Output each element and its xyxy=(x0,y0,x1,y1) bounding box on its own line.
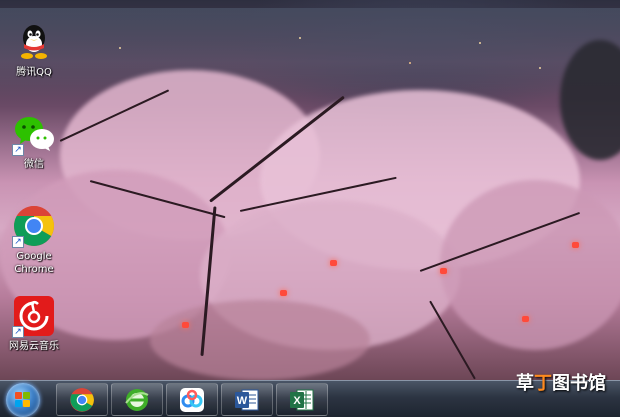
wallpaper-lantern xyxy=(440,268,447,274)
shortcut-arrow-icon: ↗ xyxy=(12,326,24,338)
chrome-icon: ↗ xyxy=(12,204,56,248)
desktop-icon-qq[interactable]: 腾讯QQ xyxy=(2,20,66,79)
desktop-icon-label: Google Chrome xyxy=(14,251,54,275)
wallpaper-lantern xyxy=(572,242,579,248)
desktop-wallpaper xyxy=(0,0,620,380)
desktop-icon-label: 网易云音乐 xyxy=(9,341,59,352)
wallpaper-city-lights xyxy=(0,8,620,98)
watermark: 草丁图书馆 xyxy=(516,369,606,395)
qq-penguin-icon xyxy=(12,20,56,64)
watermark-part: 草 xyxy=(516,373,534,394)
baidu-netdisk-icon xyxy=(179,387,205,413)
desktop-icon-wechat[interactable]: ↗ 微信 xyxy=(2,112,66,171)
taskbar-button-ie[interactable] xyxy=(111,383,163,416)
wallpaper-lantern xyxy=(182,322,189,328)
taskbar-button-word[interactable]: W xyxy=(221,383,273,416)
desktop-icon-chrome[interactable]: ↗ Google Chrome xyxy=(2,204,66,276)
taskbar-button-chrome[interactable] xyxy=(56,383,108,416)
ie-browser-icon xyxy=(124,387,150,413)
start-button[interactable] xyxy=(6,383,40,417)
taskbar-button-baidu-netdisk[interactable] xyxy=(166,383,218,416)
netease-music-icon: ↗ xyxy=(12,294,56,338)
desktop-icon-netease-music[interactable]: ↗ 网易云音乐 xyxy=(2,294,66,353)
shortcut-arrow-icon: ↗ xyxy=(12,236,24,248)
wechat-icon: ↗ xyxy=(12,112,56,156)
word-letter: W xyxy=(237,395,248,407)
chrome-icon xyxy=(69,387,95,413)
desktop-icon-label: 微信 xyxy=(24,159,44,170)
wallpaper-blossom xyxy=(440,180,620,350)
windows-start-icon xyxy=(15,392,31,408)
wallpaper-lantern xyxy=(522,316,529,322)
watermark-part: 图书馆 xyxy=(552,373,606,394)
wallpaper-lantern xyxy=(280,290,287,296)
shortcut-arrow-icon: ↗ xyxy=(12,144,24,156)
excel-icon: X xyxy=(289,387,315,413)
word-icon: W xyxy=(234,387,260,413)
watermark-part: 丁 xyxy=(534,373,552,394)
wallpaper-lantern xyxy=(330,260,337,266)
wallpaper-blossom xyxy=(150,300,370,380)
taskbar-button-excel[interactable]: X xyxy=(276,383,328,416)
desktop-icon-label: 腾讯QQ xyxy=(16,67,52,78)
excel-letter: X xyxy=(293,395,301,407)
